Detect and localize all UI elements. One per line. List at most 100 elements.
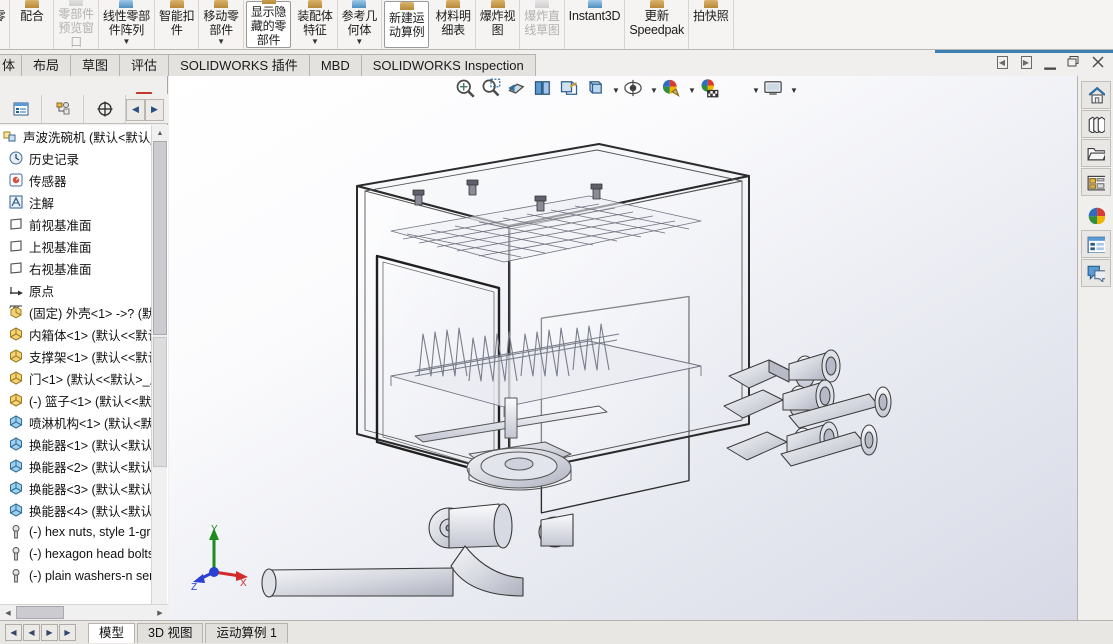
command-tab-2[interactable]: 草图 — [70, 54, 121, 76]
ribbon-button-mate[interactable]: 配合 — [10, 0, 55, 49]
command-tab-6[interactable]: SOLIDWORKS Inspection — [360, 54, 536, 76]
chevron-down-icon[interactable]: ▼ — [217, 38, 225, 46]
view-settings-icon[interactable] — [725, 78, 749, 102]
ribbon-button-take-snapshot[interactable]: 拍快照 — [689, 0, 734, 49]
minimize-button[interactable]: ▁ — [1039, 52, 1061, 72]
tree-item[interactable]: 上视基准面 — [0, 235, 152, 257]
feature-tree-container[interactable]: 声波洗碗机 (默认<默认_显历史记录传感器注解前视基准面上视基准面右视基准面原点… — [0, 125, 168, 644]
graphics-viewport[interactable] — [169, 76, 1077, 620]
tree-scroll-right-button[interactable]: ▶ — [152, 605, 168, 621]
view-palette-home-icon[interactable] — [1080, 81, 1111, 109]
ribbon-button-show-hidden-components[interactable]: 显示隐 藏的零 部件 — [245, 0, 292, 48]
first-tab-button[interactable]: ◀ — [5, 624, 22, 641]
last-tab-button[interactable]: ▶ — [59, 624, 76, 641]
hide-show-items-icon[interactable] — [623, 78, 647, 102]
command-tab-4[interactable]: SOLIDWORKS 插件 — [168, 54, 310, 76]
ribbon-button-update-speedpak[interactable]: 更新 Speedpak — [625, 0, 690, 49]
prev-tab-button[interactable]: ◀ — [23, 624, 40, 641]
restore-left-button[interactable]: ◀ — [991, 52, 1013, 72]
view-orientation-icon[interactable] — [559, 78, 583, 102]
dishwasher-assembly-model[interactable] — [169, 76, 1077, 620]
tree-item[interactable]: (-) hex nuts, style 1-gra — [0, 521, 152, 543]
tree-item[interactable]: (固定) 外壳<1> ->? (默认 — [0, 301, 152, 323]
restore-down-button[interactable] — [1063, 52, 1085, 72]
tree-item[interactable]: 注解 — [0, 191, 152, 213]
configuration-manager-tab[interactable] — [84, 94, 126, 123]
tree-item[interactable]: 声波洗碗机 (默认<默认_显 — [0, 125, 152, 147]
feature-manager-design-tree-tab[interactable] — [0, 94, 42, 123]
tree-scroll-thumb-lower[interactable] — [153, 337, 167, 467]
command-tab-1[interactable]: 布局 — [21, 54, 72, 76]
ribbon-button-explode-line-sketch[interactable]: 爆炸直 线草图 — [520, 0, 565, 49]
ribbon-button-move-component[interactable]: 移动零 部件 ▼ — [199, 0, 244, 49]
appearances-scenes-icon[interactable] — [1081, 201, 1111, 229]
zoom-to-area-icon[interactable] — [481, 78, 505, 102]
chevron-down-icon[interactable]: ▼ — [751, 86, 761, 95]
command-tab-0[interactable]: 体 — [0, 54, 23, 76]
chevron-down-icon[interactable]: ▼ — [122, 38, 130, 46]
viewport-layout-icon[interactable] — [763, 78, 787, 102]
ribbon-button-bill-of-materials[interactable]: 材料明 细表 — [431, 0, 476, 49]
ribbon-button-component-preview-window[interactable]: 零部件 预览窗 口 — [54, 0, 99, 49]
tree-item[interactable]: 原点 — [0, 279, 152, 301]
chevron-down-icon[interactable]: ▼ — [649, 86, 659, 95]
tree-item[interactable]: 传感器 — [0, 169, 152, 191]
chevron-down-icon[interactable]: ▼ — [687, 86, 697, 95]
command-tab-3[interactable]: 评估 — [119, 54, 170, 76]
tree-item[interactable]: 换能器<4> (默认<默认_ — [0, 499, 152, 521]
chevron-down-icon[interactable]: ▼ — [789, 86, 799, 95]
tree-horizontal-scrollbar[interactable]: ◀ ▶ — [0, 604, 168, 621]
tree-item[interactable]: 支撑架<1> (默认<<默认 — [0, 345, 152, 367]
tree-nav-prev-button[interactable]: ◀ — [126, 98, 145, 121]
command-tab-5[interactable]: MBD — [308, 54, 362, 76]
tree-nav-next-button[interactable]: ▶ — [145, 98, 164, 121]
ribbon-button-new-motion-study[interactable]: 新建运 动算例 — [384, 1, 430, 48]
chevron-down-icon[interactable]: ▼ — [311, 38, 319, 46]
ribbon-button-insert-component[interactable]: 插入零 部件 — [0, 0, 11, 49]
model-render-area[interactable] — [169, 76, 1077, 620]
view-palette-icon[interactable] — [1080, 168, 1111, 196]
tree-item[interactable]: (-) 篮子<1> (默认<<默认 — [0, 389, 152, 411]
tree-item[interactable]: 换能器<3> (默认<默认_ — [0, 477, 152, 499]
tree-scroll-up-button[interactable]: ▲ — [152, 125, 168, 141]
tree-item[interactable]: 前视基准面 — [0, 213, 152, 235]
tree-item[interactable]: 门<1> (默认<<默认>_显 — [0, 367, 152, 389]
custom-properties-icon[interactable] — [1080, 230, 1111, 258]
tree-hscroll-thumb[interactable] — [16, 606, 64, 619]
ribbon-button-assembly-features[interactable]: 装配体 特征 ▼ — [293, 0, 338, 49]
restore-right-button[interactable]: ▶ — [1015, 52, 1037, 72]
tree-scroll-left-button[interactable]: ◀ — [0, 604, 16, 621]
tree-scroll-thumb[interactable] — [153, 141, 167, 335]
tree-item[interactable]: (-) hexagon head bolts — [0, 543, 152, 565]
ribbon-button-exploded-view[interactable]: 爆炸视 图 — [476, 0, 521, 49]
zoom-to-fit-icon[interactable] — [455, 78, 479, 102]
next-tab-button[interactable]: ▶ — [41, 624, 58, 641]
chevron-down-icon[interactable]: ▼ — [611, 86, 621, 95]
property-manager-tab[interactable] — [42, 94, 84, 123]
design-library-icon[interactable] — [1080, 110, 1111, 138]
solidworks-forum-icon[interactable] — [1080, 259, 1111, 287]
tree-item[interactable]: 历史记录 — [0, 147, 152, 169]
document-tab-0[interactable]: 模型 — [88, 622, 136, 643]
tree-item[interactable]: (-) plain washers-n seri — [0, 565, 152, 587]
previous-view-icon[interactable] — [507, 78, 531, 102]
apply-scene-icon[interactable] — [699, 78, 723, 102]
ribbon-button-smart-fasteners[interactable]: 智能扣 件 — [155, 0, 200, 49]
ribbon-button-linear-component-pattern[interactable]: 线性零部 件阵列 ▼ — [99, 0, 156, 49]
close-button[interactable] — [1087, 52, 1109, 72]
chevron-down-icon[interactable]: ▼ — [355, 38, 363, 46]
tree-vertical-scrollbar[interactable]: ▲ ▼ — [151, 125, 168, 644]
document-tab-2[interactable]: 运动算例 1 — [205, 622, 288, 643]
document-tab-1[interactable]: 3D 视图 — [137, 622, 204, 643]
display-style-icon[interactable] — [585, 78, 609, 102]
tree-item[interactable]: 右视基准面 — [0, 257, 152, 279]
tree-item[interactable]: 喷淋机构<1> (默认<默认 — [0, 411, 152, 433]
tree-item[interactable]: 内箱体<1> (默认<<默认 — [0, 323, 152, 345]
section-view-icon[interactable] — [533, 78, 557, 102]
ribbon-button-reference-geometry[interactable]: 参考几 何体 ▼ — [338, 0, 383, 49]
edit-appearance-icon[interactable] — [661, 78, 685, 102]
tree-item[interactable]: 换能器<2> (默认<默认_ — [0, 455, 152, 477]
file-explorer-icon[interactable] — [1080, 139, 1111, 167]
tree-item[interactable]: 换能器<1> (默认<默认_ — [0, 433, 152, 455]
ribbon-button-instant3d[interactable]: Instant3D — [565, 0, 626, 49]
